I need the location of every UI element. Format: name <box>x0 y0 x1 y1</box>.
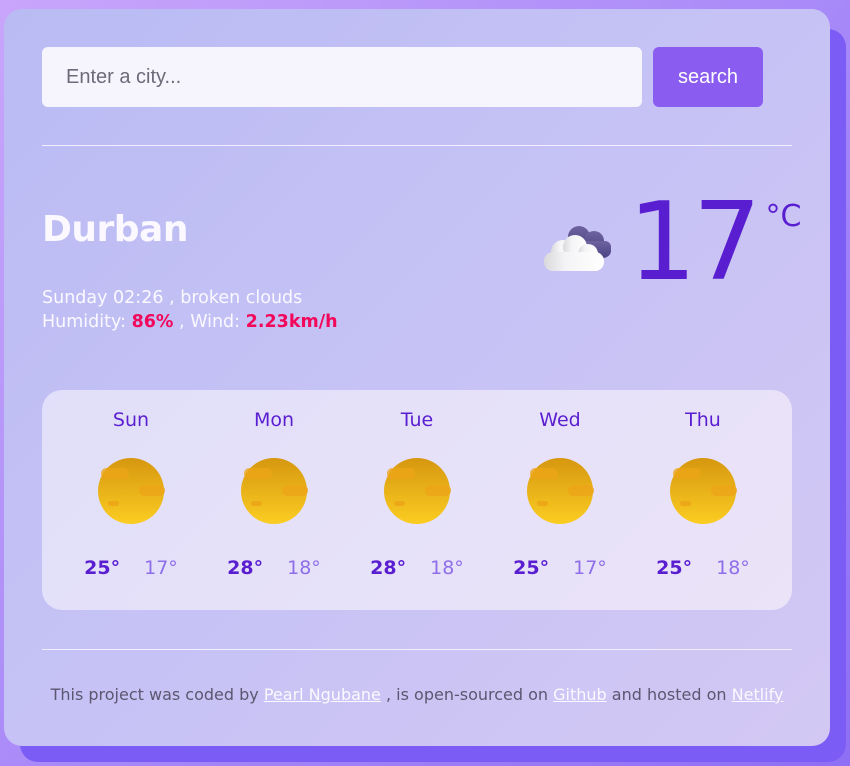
forecast-max-temp: 25° <box>513 557 550 579</box>
separator: , <box>169 288 175 308</box>
forecast-day-name: Tue <box>400 409 434 431</box>
search-form: search <box>42 47 763 107</box>
sun-icon <box>98 458 165 524</box>
footer-text: and hosted on <box>611 685 727 704</box>
forecast-min-temp: 18° <box>430 557 464 579</box>
footer-text: This project was coded by <box>50 685 259 704</box>
forecast-panel: Sun 25° 17° Mon 28° 18° Tue 28° 18° Wed <box>42 390 792 610</box>
forecast-min-temp: 18° <box>287 557 321 579</box>
humidity-value: 86% <box>131 312 174 332</box>
broken-clouds-icon <box>544 226 611 271</box>
forecast-max-temp: 25° <box>656 557 693 579</box>
divider <box>42 145 792 146</box>
current-temperature: 17 °C <box>539 187 801 299</box>
weather-details: Sunday 02:26 , broken clouds Humidity: 8… <box>42 286 338 334</box>
forecast-max-temp: 25° <box>84 557 121 579</box>
temperature-value: 17 <box>628 180 761 305</box>
forecast-day-name: Mon <box>253 409 295 431</box>
forecast-temps: 25° 18° <box>656 557 750 579</box>
forecast-temps: 25° 17° <box>84 557 178 579</box>
forecast-min-temp: 18° <box>716 557 750 579</box>
sun-icon <box>384 458 451 524</box>
netlify-link[interactable]: Netlify <box>732 685 784 704</box>
forecast-day-name: Wed <box>539 409 581 431</box>
forecast-temps: 28° 18° <box>370 557 464 579</box>
city-search-input[interactable] <box>42 47 642 107</box>
forecast-max-temp: 28° <box>227 557 264 579</box>
forecast-day: Wed 25° 17° <box>495 390 625 610</box>
forecast-day-name: Thu <box>685 409 721 431</box>
forecast-day: Thu 25° 18° <box>638 390 768 610</box>
weather-description: broken clouds <box>180 288 303 308</box>
forecast-min-temp: 17° <box>573 557 607 579</box>
weather-card: search Durban Sunday 02:26 , broken clou… <box>4 9 830 746</box>
forecast-min-temp: 17° <box>144 557 178 579</box>
humidity-wind-line: Humidity: 86% , Wind: 2.23km/h <box>42 310 338 334</box>
humidity-label: Humidity: <box>42 312 126 332</box>
day-time: Sunday 02:26 <box>42 288 164 308</box>
footer: This project was coded by Pearl Ngubane … <box>4 685 830 704</box>
divider <box>42 649 792 650</box>
temperature-unit: °C <box>765 199 802 234</box>
sun-icon <box>241 458 308 524</box>
footer-text: , is open-sourced on <box>385 685 549 704</box>
forecast-max-temp: 28° <box>370 557 407 579</box>
forecast-temps: 25° 17° <box>513 557 607 579</box>
separator: , <box>179 312 185 332</box>
sun-icon <box>670 458 737 524</box>
forecast-day: Sun 25° 17° <box>66 390 196 610</box>
city-name: Durban <box>42 209 188 250</box>
date-description-line: Sunday 02:26 , broken clouds <box>42 286 338 310</box>
forecast-day-name: Sun <box>112 409 150 431</box>
forecast-day: Tue 28° 18° <box>352 390 482 610</box>
wind-label: Wind: <box>190 312 241 332</box>
wind-value: 2.23km/h <box>245 312 338 332</box>
sun-icon <box>527 458 594 524</box>
author-link[interactable]: Pearl Ngubane <box>264 685 381 704</box>
github-link[interactable]: Github <box>553 685 607 704</box>
forecast-day: Mon 28° 18° <box>209 390 339 610</box>
search-button[interactable]: search <box>653 47 763 107</box>
forecast-temps: 28° 18° <box>227 557 321 579</box>
